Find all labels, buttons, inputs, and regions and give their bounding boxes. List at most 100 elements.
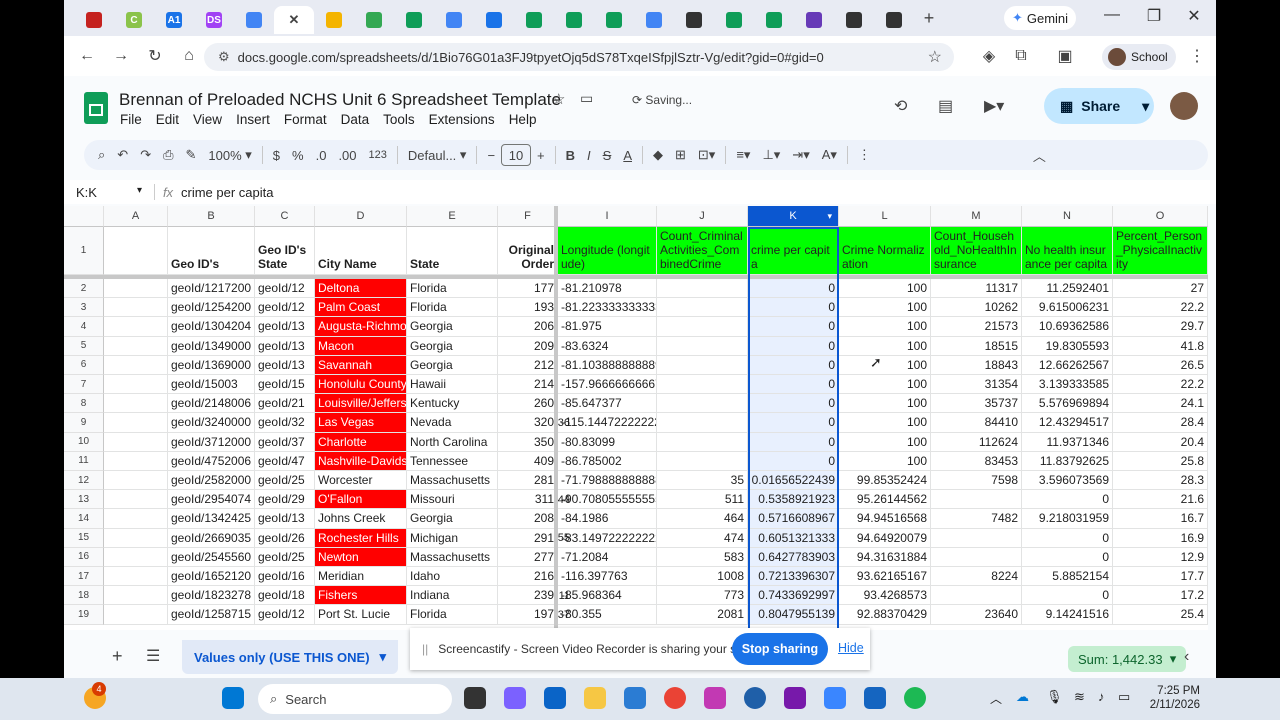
forward-icon[interactable]: → bbox=[104, 47, 138, 65]
table-cell[interactable]: geoId/15003 bbox=[168, 375, 255, 395]
table-cell[interactable]: -86.785002 bbox=[558, 451, 657, 471]
table-cell[interactable]: 16.9 bbox=[1113, 528, 1208, 548]
table-cell[interactable]: 11.2592401 bbox=[1022, 279, 1113, 299]
table-cell[interactable] bbox=[657, 432, 748, 452]
column-header-o[interactable]: O bbox=[1113, 206, 1208, 227]
table-cell[interactable] bbox=[104, 432, 168, 452]
strikethrough-button[interactable]: S bbox=[597, 140, 618, 170]
table-cell[interactable]: 0 bbox=[748, 375, 839, 395]
table-cell[interactable]: Idaho bbox=[407, 567, 498, 587]
table-cell[interactable]: Florida bbox=[407, 605, 498, 625]
table-cell[interactable]: Kentucky bbox=[407, 394, 498, 414]
table-cell[interactable]: 100 bbox=[839, 394, 931, 414]
meet-icon[interactable]: ▶▾ bbox=[984, 96, 1004, 116]
table-cell[interactable] bbox=[104, 509, 168, 529]
new-tab-button[interactable]: + bbox=[914, 8, 944, 29]
table-cell[interactable] bbox=[657, 298, 748, 318]
table-cell[interactable]: 19.8305593 bbox=[1022, 336, 1113, 356]
table-cell[interactable]: 100 bbox=[839, 432, 931, 452]
zoom-select[interactable]: 100% ▾ bbox=[202, 140, 257, 170]
row-header[interactable]: 6 bbox=[64, 355, 104, 375]
fill-color-icon[interactable]: ◆ bbox=[647, 140, 669, 170]
table-cell[interactable]: geoId/18 bbox=[255, 586, 315, 606]
table-cell[interactable]: 29.7 bbox=[1113, 317, 1208, 337]
header-cell[interactable]: Count_Criminal Activities_CombinedCrime bbox=[657, 227, 748, 275]
table-cell[interactable]: Charlotte bbox=[315, 432, 407, 452]
table-cell[interactable]: -83.6324 bbox=[558, 336, 657, 356]
table-cell[interactable]: Macon bbox=[315, 336, 407, 356]
table-cell[interactable]: 9.218031959 bbox=[1022, 509, 1113, 529]
menu-item-format[interactable]: Format bbox=[284, 112, 327, 127]
table-cell[interactable] bbox=[104, 586, 168, 606]
browser-tab[interactable]: A1 bbox=[154, 6, 194, 34]
table-cell[interactable]: geoId/13 bbox=[255, 509, 315, 529]
percent-button[interactable]: % bbox=[286, 140, 310, 170]
table-cell[interactable]: 239 bbox=[498, 586, 558, 606]
sheets-logo-icon[interactable] bbox=[84, 92, 108, 124]
table-cell[interactable]: 3.139333585 bbox=[1022, 375, 1113, 395]
decrease-decimal-button[interactable]: .0 bbox=[310, 140, 333, 170]
table-cell[interactable] bbox=[104, 375, 168, 395]
name-box-dropdown-icon[interactable]: ▾ bbox=[137, 185, 142, 196]
bold-button[interactable]: B bbox=[560, 140, 581, 170]
table-cell[interactable]: 9.14241516 bbox=[1022, 605, 1113, 625]
table-cell[interactable]: -80.355 bbox=[558, 605, 657, 625]
menu-item-help[interactable]: Help bbox=[509, 112, 537, 127]
merge-cells-icon[interactable]: ⊡▾ bbox=[692, 140, 721, 170]
outlook-icon[interactable] bbox=[544, 687, 566, 709]
table-cell[interactable]: 212 bbox=[498, 355, 558, 375]
table-cell[interactable]: geoId/12 bbox=[255, 279, 315, 299]
table-cell[interactable] bbox=[104, 355, 168, 375]
photos-icon[interactable] bbox=[824, 687, 846, 709]
table-cell[interactable]: 11.9371346 bbox=[1022, 432, 1113, 452]
sum-indicator[interactable]: Sum: 1,442.33 ▾ bbox=[1068, 646, 1187, 672]
drag-handle-icon[interactable]: || bbox=[422, 642, 428, 656]
horizontal-align-icon[interactable]: ≡▾ bbox=[730, 140, 756, 170]
menu-item-insert[interactable]: Insert bbox=[236, 112, 270, 127]
table-cell[interactable]: geoId/2669035 bbox=[168, 528, 255, 548]
table-cell[interactable]: 2081 bbox=[657, 605, 748, 625]
table-cell[interactable]: geoId/1823278 bbox=[168, 586, 255, 606]
table-cell[interactable]: Johns Creek bbox=[315, 509, 407, 529]
browser-tab[interactable] bbox=[714, 6, 754, 34]
column-header-j[interactable]: J bbox=[657, 206, 748, 227]
text-color-button[interactable]: A bbox=[617, 140, 638, 170]
row-header[interactable]: 3 bbox=[64, 298, 104, 318]
table-cell[interactable]: geoId/12 bbox=[255, 605, 315, 625]
table-cell[interactable] bbox=[104, 451, 168, 471]
column-header-l[interactable]: L bbox=[839, 206, 931, 227]
table-cell[interactable]: Georgia bbox=[407, 336, 498, 356]
table-cell[interactable]: 28.3 bbox=[1113, 471, 1208, 491]
table-cell[interactable]: 0.6427783903 bbox=[748, 547, 839, 567]
number-format-button[interactable]: 123 bbox=[363, 140, 393, 170]
table-cell[interactable]: Meridian bbox=[315, 567, 407, 587]
table-cell[interactable]: -81.223333333333 bbox=[558, 298, 657, 318]
table-cell[interactable]: Newton bbox=[315, 547, 407, 567]
edge-icon[interactable] bbox=[744, 687, 766, 709]
browser-tab[interactable] bbox=[554, 6, 594, 34]
gemini-button[interactable]: ✦ Gemini bbox=[1004, 6, 1076, 30]
spotify-icon[interactable] bbox=[904, 687, 926, 709]
row-header[interactable]: 17 bbox=[64, 567, 104, 587]
table-cell[interactable]: 464 bbox=[657, 509, 748, 529]
extension-icon[interactable]: ◈ bbox=[972, 46, 1006, 66]
row-header[interactable]: 2 bbox=[64, 279, 104, 299]
table-cell[interactable]: 291 bbox=[498, 528, 558, 548]
table-cell[interactable] bbox=[657, 394, 748, 414]
table-cell[interactable]: 0 bbox=[748, 336, 839, 356]
move-folder-icon[interactable]: ▭ bbox=[580, 90, 593, 107]
table-cell[interactable]: geoId/1349000 bbox=[168, 336, 255, 356]
table-cell[interactable]: Deltona bbox=[315, 279, 407, 299]
snipping-tool-icon[interactable] bbox=[704, 687, 726, 709]
back-icon[interactable]: ← bbox=[70, 47, 104, 65]
table-cell[interactable]: 7598 bbox=[931, 471, 1022, 491]
notepad-icon[interactable] bbox=[624, 687, 646, 709]
table-cell[interactable]: 8224 bbox=[931, 567, 1022, 587]
table-cell[interactable]: Worcester bbox=[315, 471, 407, 491]
table-cell[interactable]: 35 bbox=[657, 471, 748, 491]
column-header-i[interactable]: I bbox=[558, 206, 657, 227]
table-cell[interactable]: Georgia bbox=[407, 355, 498, 375]
table-cell[interactable]: geoId/1217200 bbox=[168, 279, 255, 299]
print-icon[interactable]: ⎙ bbox=[157, 140, 179, 170]
wifi-icon[interactable]: ≋ bbox=[1074, 689, 1085, 705]
